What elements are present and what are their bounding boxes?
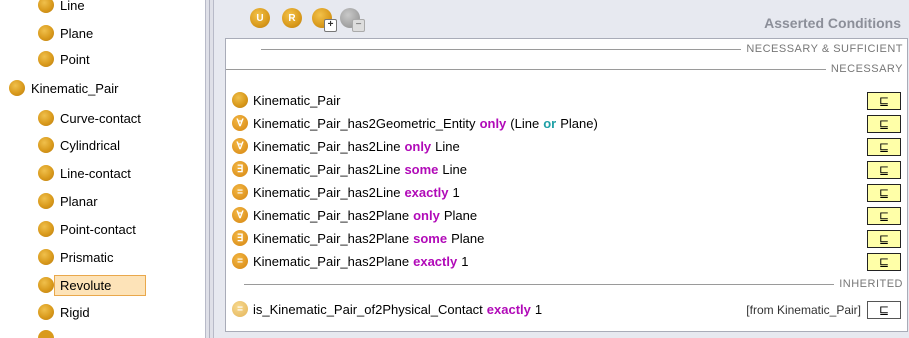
split-pane-divider[interactable]: [205, 0, 214, 338]
class-icon: [38, 304, 54, 320]
tree-item-plane[interactable]: Plane: [38, 22, 93, 44]
subclass-toggle-button[interactable]: ⊑: [867, 207, 901, 225]
conditions-pane: U R + − Asserted Conditions NECESSARY & …: [214, 0, 909, 338]
tree-item-line-contact[interactable]: Line-contact: [38, 162, 131, 184]
universal-restriction-icon: ∀: [232, 115, 248, 131]
panel-title: Asserted Conditions: [764, 15, 901, 31]
subclass-toggle-button[interactable]: ⊑: [867, 230, 901, 248]
class-icon: [38, 0, 54, 13]
tree-item-point-contact[interactable]: Point-contact: [38, 218, 136, 240]
class-icon: [38, 165, 54, 181]
add-named-class-button[interactable]: +: [312, 8, 337, 32]
condition-row[interactable]: = Kinematic_Pair_has2Plane exactly 1: [232, 250, 468, 272]
subclass-toggle-button[interactable]: ⊑: [867, 161, 901, 179]
subclass-toggle-button[interactable]: ⊑: [867, 253, 901, 271]
conditions-list: NECESSARY & SUFFICIENT NECESSARY Kinemat…: [225, 38, 908, 332]
minus-icon: −: [352, 19, 365, 32]
class-icon: [38, 330, 54, 338]
condition-row[interactable]: ∀ Kinematic_Pair_has2Geometric_Entity on…: [232, 112, 598, 134]
add-restriction-button[interactable]: U: [250, 8, 270, 28]
condition-row[interactable]: = Kinematic_Pair_has2Line exactly 1: [232, 181, 460, 203]
cardinality-restriction-icon: =: [232, 301, 248, 317]
subclass-toggle-button[interactable]: ⊑: [867, 115, 901, 133]
tree-item-point[interactable]: Point: [38, 48, 90, 70]
class-icon: [38, 221, 54, 237]
remove-button[interactable]: −: [340, 8, 365, 32]
tree-item-line[interactable]: Line: [38, 0, 85, 16]
class-icon: [38, 51, 54, 67]
cardinality-restriction-icon: =: [232, 253, 248, 269]
inherited-from-label: [from Kinematic_Pair]: [746, 303, 861, 317]
universal-restriction-icon: ∀: [232, 138, 248, 154]
tree-item-kinematic-pair[interactable]: Kinematic_Pair: [9, 77, 118, 99]
subclass-toggle-button[interactable]: ⊑: [867, 138, 901, 156]
class-icon: [38, 193, 54, 209]
subclass-toggle-button[interactable]: ⊑: [867, 301, 901, 319]
subclass-toggle-button[interactable]: ⊑: [867, 92, 901, 110]
class-icon: [38, 249, 54, 265]
tree-item-revolute[interactable]: Revolute: [38, 274, 147, 296]
existential-restriction-icon: ∃: [232, 230, 248, 246]
plus-icon: +: [324, 19, 337, 32]
condition-row[interactable]: ∀ Kinematic_Pair_has2Plane only Plane: [232, 204, 477, 226]
class-icon: [38, 137, 54, 153]
class-icon: [9, 80, 25, 96]
condition-row[interactable]: ∀ Kinematic_Pair_has2Line only Line: [232, 135, 460, 157]
tree-item-rigid[interactable]: Rigid: [38, 301, 90, 323]
class-tree: Line Plane Point Kinematic_Pair Curve-co…: [0, 0, 205, 338]
condition-row[interactable]: ∃ Kinematic_Pair_has2Plane some Plane: [232, 227, 484, 249]
tree-item-cylindrical[interactable]: Cylindrical: [38, 134, 120, 156]
universal-restriction-icon: ∀: [232, 207, 248, 223]
section-inherited: INHERITED: [244, 278, 903, 290]
tree-item-curve-contact[interactable]: Curve-contact: [38, 107, 141, 129]
condition-row[interactable]: ∃ Kinematic_Pair_has2Line some Line: [232, 158, 467, 180]
existential-restriction-icon: ∃: [232, 161, 248, 177]
class-icon: [38, 110, 54, 126]
tree-item-prismatic[interactable]: Prismatic: [38, 246, 113, 268]
class-icon: [38, 25, 54, 41]
conditions-toolbar: U R + − Asserted Conditions: [214, 0, 909, 36]
class-icon: [38, 277, 54, 293]
section-necessary-sufficient: NECESSARY & SUFFICIENT: [261, 43, 903, 55]
condition-row[interactable]: Kinematic_Pair: [232, 89, 340, 111]
subclass-toggle-button[interactable]: ⊑: [867, 184, 901, 202]
tree-item-planar[interactable]: Planar: [38, 190, 98, 212]
cardinality-restriction-icon: =: [232, 184, 248, 200]
section-necessary: NECESSARY: [225, 63, 903, 75]
inherited-condition-row[interactable]: = is_Kinematic_Pair_of2Physical_Contact …: [232, 298, 542, 320]
add-restriction-r-button[interactable]: R: [282, 8, 302, 28]
class-icon: [232, 92, 248, 108]
